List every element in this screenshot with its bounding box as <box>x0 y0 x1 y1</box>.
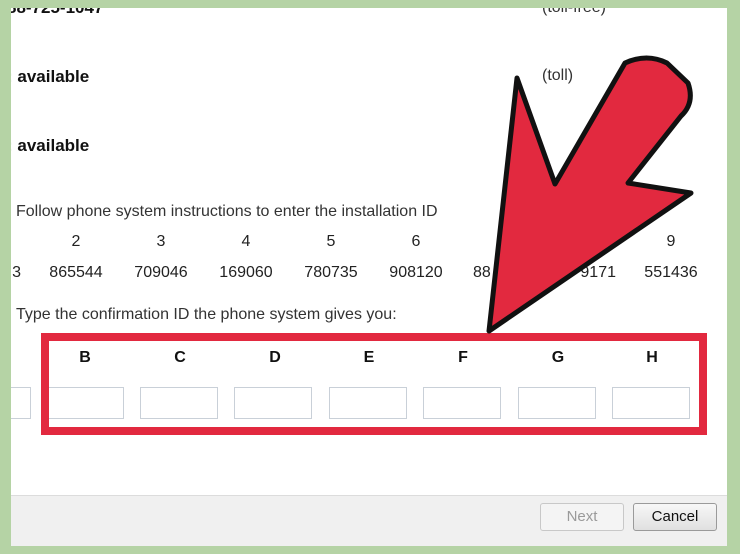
pointer-arrow-icon <box>486 55 694 334</box>
cancel-button[interactable]: Cancel <box>633 503 717 531</box>
activation-window: 88-725-1047 (toll-free) : available (tol… <box>11 8 727 546</box>
next-button[interactable]: Next <box>540 503 624 531</box>
